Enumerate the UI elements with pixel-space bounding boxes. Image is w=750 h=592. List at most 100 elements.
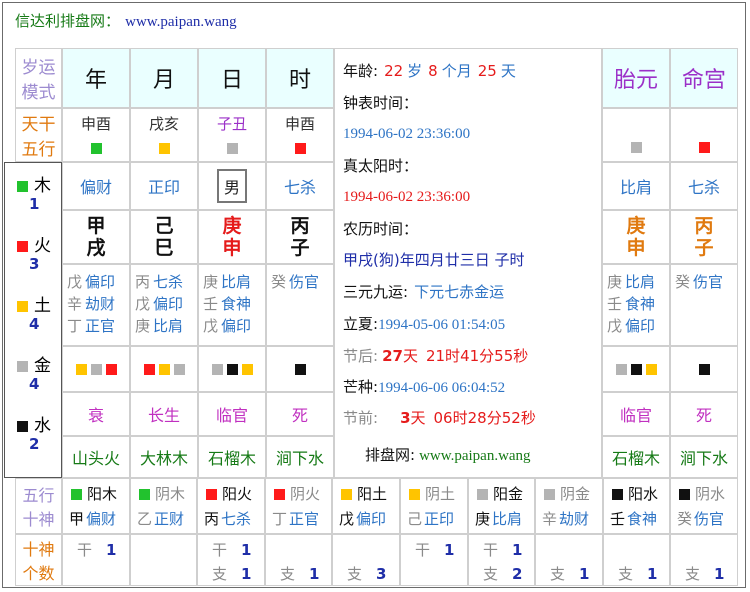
zhi-count-row: 支2: [483, 563, 522, 584]
info-lunar-label: 农历时间：: [343, 218, 418, 239]
element-god-element: 阳木: [87, 485, 118, 503]
branch-element-swatch: [645, 363, 657, 375]
element-god-swatch: [544, 489, 555, 500]
site-header: 信达利排盘网： www.paipan.wang: [15, 10, 237, 40]
hidden-stem-row: 戊偏印: [131, 293, 197, 315]
gan-count-row: [685, 539, 699, 557]
hidden-stem-god: 伤官: [289, 273, 320, 291]
hidden-stem-god: 偏印: [85, 273, 116, 291]
tenshen-count-4: 支3: [332, 534, 400, 586]
gan-count: 1: [512, 541, 523, 559]
element-god-swatch: [71, 489, 82, 500]
info-lunar-value: 甲戌(狗)年四月廿三日 子时: [343, 249, 524, 270]
hidden-stem: 戊: [67, 273, 83, 291]
pillar-stem-god-2: 男: [198, 162, 266, 210]
element-god-name: 偏印: [356, 510, 387, 528]
info-part: 秒: [513, 347, 529, 365]
info-part: 年龄:: [343, 62, 379, 80]
pillar-pair-2: 子丑: [198, 108, 266, 162]
heavenly-stem: 丙: [290, 215, 310, 237]
element-swatch: [17, 180, 28, 192]
earthly-branch: 子: [290, 237, 310, 259]
info-part: 1994-06-02 23:36:00: [343, 189, 471, 205]
pillar-phase-0: 衰: [62, 392, 130, 436]
tenshen-count-3: 支1: [265, 534, 332, 586]
pillar-pair-swatch: [630, 142, 642, 153]
info-part: 3: [400, 409, 411, 427]
zhi-count-row: 支1: [618, 563, 657, 584]
info-mangzhong: 芒种:1994-06-06 06:04:52: [343, 376, 505, 397]
pillar-ganzhi-s1: 丙子: [670, 210, 738, 264]
stem-god-text: 偏财: [79, 178, 112, 197]
element-god-stem: 癸: [677, 510, 693, 528]
branch-element-swatch: [630, 363, 642, 375]
hidden-stem-row: 辛劫财: [63, 293, 129, 315]
row-label-pillar: 岁运 模式: [15, 48, 62, 108]
pillar-pair-swatch-wrap: [157, 138, 172, 157]
info-part: 天: [410, 409, 426, 427]
element-god-name: 劫财: [559, 510, 590, 528]
element-god-stem: 庚: [475, 510, 491, 528]
label-line1: 十神: [22, 540, 55, 559]
element-2: 土: [15, 291, 51, 316]
gan-count-row: [550, 539, 564, 557]
element-name: 火: [34, 236, 51, 256]
gan-label: 干: [77, 541, 93, 559]
pillar-hidden-stems-1: 丙七杀戊偏印庚比肩: [130, 264, 198, 346]
heavenly-stem: 庚: [626, 215, 646, 237]
hidden-stem-row: 戊偏印: [199, 315, 265, 337]
branch-element-swatch: [615, 363, 627, 375]
hidden-stem: 丙: [135, 273, 151, 291]
element-god-line2: 甲偏财: [69, 508, 129, 529]
pillar-stem-god-3: 七杀: [266, 162, 334, 210]
label-line2: 十神: [22, 510, 55, 529]
info-age: 年龄: 22 岁 8 个月 25 天: [343, 60, 516, 81]
pillar-pair-0: 申酉: [62, 108, 130, 162]
label-line2: 个数: [22, 564, 55, 583]
pillar-branch-elements-3: [266, 346, 334, 392]
gender-box: 男: [216, 169, 247, 203]
hidden-stem-god: 食神: [625, 295, 656, 313]
pillar-pair-swatch-wrap: [89, 138, 104, 157]
element-god-element: 阴土: [425, 485, 456, 503]
pillar-branch-elements-s1: [670, 346, 738, 392]
element-god-9: 阴水癸伤官: [670, 478, 738, 534]
earthly-branch: 巳: [154, 237, 174, 259]
pillar-ganzhi-2: 庚申: [198, 210, 266, 264]
branch-element-swatch: [241, 363, 253, 375]
element-swatch: [17, 420, 28, 432]
hidden-stem-god: 劫财: [85, 295, 116, 313]
element-god-1: 阴木乙正财: [130, 478, 197, 534]
hidden-stem: 庚: [607, 273, 623, 291]
element-swatch: [17, 240, 28, 252]
element-god-stem: 辛: [542, 510, 558, 528]
hidden-stem: 丁: [67, 317, 83, 335]
branch-element-swatch: [75, 363, 87, 375]
stem-god-text: 正印: [147, 178, 180, 197]
info-solar-value: 1994-06-02 23:36:00: [343, 187, 470, 206]
pillar-pair-1: 戌亥: [130, 108, 198, 162]
pillar-pair-text: 戌亥: [148, 115, 179, 133]
element-god-swatch: [341, 489, 352, 500]
gan-count-row: [618, 539, 632, 557]
info-site: 排盘网: www.paipan.wang: [365, 444, 531, 465]
element-god-swatch: [679, 489, 690, 500]
gan-count-row: [347, 539, 361, 557]
pillar-ganzhi-1: 己巳: [130, 210, 198, 264]
zhi-count-row: [415, 563, 429, 581]
element-god-8: 阳水壬食神: [603, 478, 670, 534]
pillar-header-3: 时: [266, 48, 334, 108]
element-god-0: 阳木甲偏财: [62, 478, 130, 534]
stem-god-text: 七杀: [687, 178, 720, 197]
element-god-line1: 阳木: [69, 483, 129, 504]
gan-label: 干: [483, 541, 499, 559]
pillar-nayin-s0: 石榴木: [602, 436, 670, 478]
hidden-stem-row: 癸伤官: [671, 271, 737, 293]
element-god-element: 阳土: [357, 485, 388, 503]
info-part: 22: [384, 62, 404, 80]
gan-count: 1: [444, 541, 455, 559]
info-part: 芒种:: [343, 378, 379, 396]
zhi-label: 支: [280, 565, 296, 583]
element-0: 木: [15, 171, 51, 196]
heavenly-stem: 庚: [222, 215, 242, 237]
